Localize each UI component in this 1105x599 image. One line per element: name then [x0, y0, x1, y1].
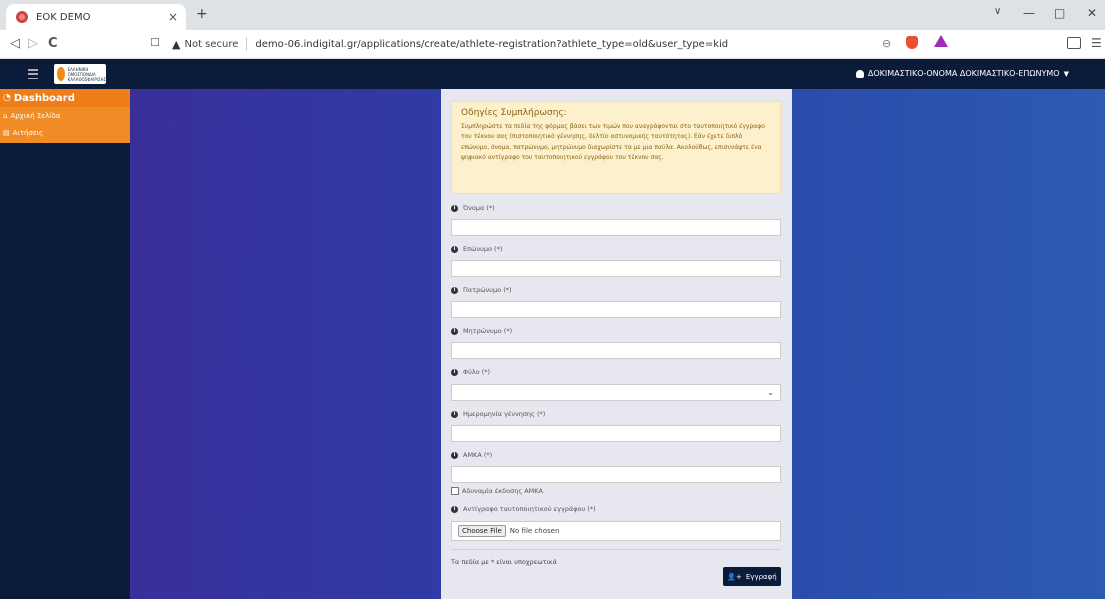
registration-form: Οδηγίες Συμπλήρωσης: Συμπληρώστε τα πεδί…	[441, 89, 792, 599]
site-favicon-icon	[16, 11, 28, 23]
sidebar-item-home[interactable]: ⌂ Αρχική Σελίδα	[0, 107, 130, 124]
site-logo[interactable]: ΕΛΛΗΝΙΚΗ ΟΜΟΣΠΟΝΔΙΑ ΚΑΛΑΘΟΣΦΑΙΡΙΣΗΣ	[54, 64, 106, 84]
first-name-input[interactable]	[451, 219, 781, 236]
list-icon: ▤	[3, 128, 10, 137]
id-document-file-input: Choose File No file chosen	[451, 521, 781, 541]
forward-icon[interactable]: ▷	[28, 36, 38, 51]
warning-icon: ▲	[172, 37, 181, 51]
file-status: No file chosen	[509, 527, 560, 535]
field-label-text: Επώνυμο (*)	[463, 245, 503, 253]
dashboard-icon: ◔	[3, 93, 11, 103]
info-icon: i	[451, 204, 458, 212]
sidebar-item-applications[interactable]: ▤ Αιτήσεις	[0, 124, 130, 141]
logo-mark-icon	[57, 67, 65, 81]
sidebar-dashboard[interactable]: ◔ Dashboard	[0, 89, 130, 107]
sidebar-menu: ⌂ Αρχική Σελίδα ▤ Αιτήσεις	[0, 107, 130, 143]
field-label-text: Ημερομηνία γέννησης (*)	[463, 410, 546, 418]
info-icon: i	[451, 410, 458, 418]
amka-label: i ΑΜΚΑ (*)	[451, 451, 492, 459]
not-secure-label[interactable]: Not secure	[184, 39, 238, 50]
checkbox-label: Αδυναμία έκδοσης ΑΜΚΑ	[462, 487, 543, 495]
id-document-label: i Αντίγραφο ταυτοποιητικού εγγράφου (*)	[451, 505, 596, 513]
field-label-text: Πατρώνυμο (*)	[463, 286, 512, 294]
maximize-icon[interactable]: □	[1054, 6, 1065, 20]
field-label-text: ΑΜΚΑ (*)	[463, 451, 493, 459]
register-button-label: Εγγραφή	[745, 572, 777, 581]
back-icon[interactable]: ◁	[10, 36, 20, 51]
tab-title: EOK DEMO	[36, 11, 91, 23]
choose-file-button[interactable]: Choose File	[458, 525, 506, 537]
home-icon: ⌂	[3, 111, 8, 120]
brave-shield-icon[interactable]	[906, 36, 918, 49]
browser-tab-bar: EOK DEMO × + ∨ — □ ✕	[0, 0, 1105, 30]
tab-search-chevron-icon[interactable]: ∨	[994, 6, 1001, 17]
address-bar[interactable]: ▲ Not secure demo-06.indigital.gr/applic…	[172, 33, 972, 55]
field-label-text: Μητρώνυμο (*)	[463, 327, 513, 335]
minimize-icon[interactable]: —	[1023, 6, 1035, 20]
app-header: ΕΛΛΗΝΙΚΗ ΟΜΟΣΠΟΝΔΙΑ ΚΑΛΑΘΟΣΦΑΙΡΙΣΗΣ ΔΟΚΙΜΑ…	[0, 59, 1105, 89]
sidebar: ◔ Dashboard ⌂ Αρχική Σελίδα ▤ Αιτήσεις	[0, 89, 130, 599]
father-name-label: i Πατρώνυμο (*)	[451, 286, 512, 294]
user-name: ΔΟΚΙΜΑΣΤΙΚΟ-ΟΝΟΜΑ ΔΟΚΙΜΑΣΤΙΚΟ-ΕΠΩΝΥΜΟ	[867, 69, 1060, 78]
amka-input[interactable]	[451, 466, 781, 483]
field-label-text: Αντίγραφο ταυτοποιητικού εγγράφου (*)	[463, 505, 596, 513]
brave-rewards-icon[interactable]	[934, 35, 948, 47]
info-icon: i	[451, 245, 458, 253]
gender-select[interactable]: ⌄	[451, 384, 781, 401]
gender-label: i Φύλο (*)	[451, 368, 490, 376]
hamburger-icon[interactable]	[28, 69, 38, 79]
required-note: Τα πεδία με * είναι υποχρεωτικά	[451, 558, 557, 566]
form-divider	[451, 549, 781, 550]
mother-name-input[interactable]	[451, 342, 781, 359]
zoom-icon[interactable]: ⊖	[882, 37, 891, 50]
register-button[interactable]: 👤+ Εγγραφή	[723, 567, 781, 586]
birthdate-input[interactable]	[451, 425, 781, 442]
info-icon: i	[451, 327, 458, 335]
wallet-icon[interactable]	[1067, 37, 1081, 49]
chevron-down-icon: ⌄	[767, 388, 774, 397]
amka-unavailable-row: Αδυναμία έκδοσης ΑΜΚΑ	[451, 487, 543, 495]
reload-icon[interactable]: C	[48, 36, 58, 51]
alert-body: Συμπληρώστε τα πεδία της φόρμας βάσει τω…	[461, 123, 765, 161]
alert-title: Οδηγίες Συμπλήρωσης:	[461, 108, 567, 118]
birthdate-label: i Ημερομηνία γέννησης (*)	[451, 410, 545, 418]
user-menu[interactable]: ΔΟΚΙΜΑΣΤΙΚΟ-ΟΝΟΜΑ ΔΟΚΙΜΑΣΤΙΚΟ-ΕΠΩΝΥΜΟ ▼	[855, 69, 1069, 78]
close-window-icon[interactable]: ✕	[1087, 6, 1097, 20]
info-icon: i	[451, 286, 458, 294]
sidebar-dashboard-label: Dashboard	[13, 92, 75, 104]
info-icon: i	[451, 451, 458, 459]
menu-icon[interactable]: ☰	[1091, 36, 1102, 50]
new-tab-icon[interactable]: +	[196, 6, 208, 22]
caret-down-icon: ▼	[1063, 69, 1069, 78]
mother-name-label: i Μητρώνυμο (*)	[451, 327, 512, 335]
bookmark-icon[interactable]: ☐	[150, 36, 160, 49]
add-user-icon: 👤+	[727, 572, 742, 581]
info-icon: i	[451, 505, 458, 513]
first-name-label: i Όνομα (*)	[451, 204, 495, 212]
sidebar-item-label: Αρχική Σελίδα	[10, 111, 61, 120]
info-icon: i	[451, 368, 458, 376]
browser-toolbar: ◁ ▷ C ☐ ▲ Not secure demo-06.indigital.g…	[0, 30, 1105, 59]
last-name-label: i Επώνυμο (*)	[451, 245, 502, 253]
field-label-text: Φύλο (*)	[463, 368, 491, 376]
father-name-input[interactable]	[451, 301, 781, 318]
main-content: Οδηγίες Συμπλήρωσης: Συμπληρώστε τα πεδί…	[130, 89, 1105, 599]
user-icon	[855, 69, 864, 78]
logo-text: ΕΛΛΗΝΙΚΗ ΟΜΟΣΠΟΝΔΙΑ ΚΑΛΑΘΟΣΦΑΙΡΙΣΗΣ	[67, 66, 106, 82]
field-label-text: Όνομα (*)	[463, 204, 495, 212]
sidebar-item-label: Αιτήσεις	[12, 128, 44, 137]
url-divider	[246, 37, 248, 51]
last-name-input[interactable]	[451, 260, 781, 277]
browser-tab[interactable]: EOK DEMO ×	[6, 4, 186, 30]
tab-close-icon[interactable]: ×	[168, 10, 178, 24]
url-text[interactable]: demo-06.indigital.gr/applications/create…	[255, 39, 728, 50]
amka-unavailable-checkbox[interactable]	[451, 487, 459, 495]
instructions-alert: Οδηγίες Συμπλήρωσης: Συμπληρώστε τα πεδί…	[451, 101, 781, 194]
